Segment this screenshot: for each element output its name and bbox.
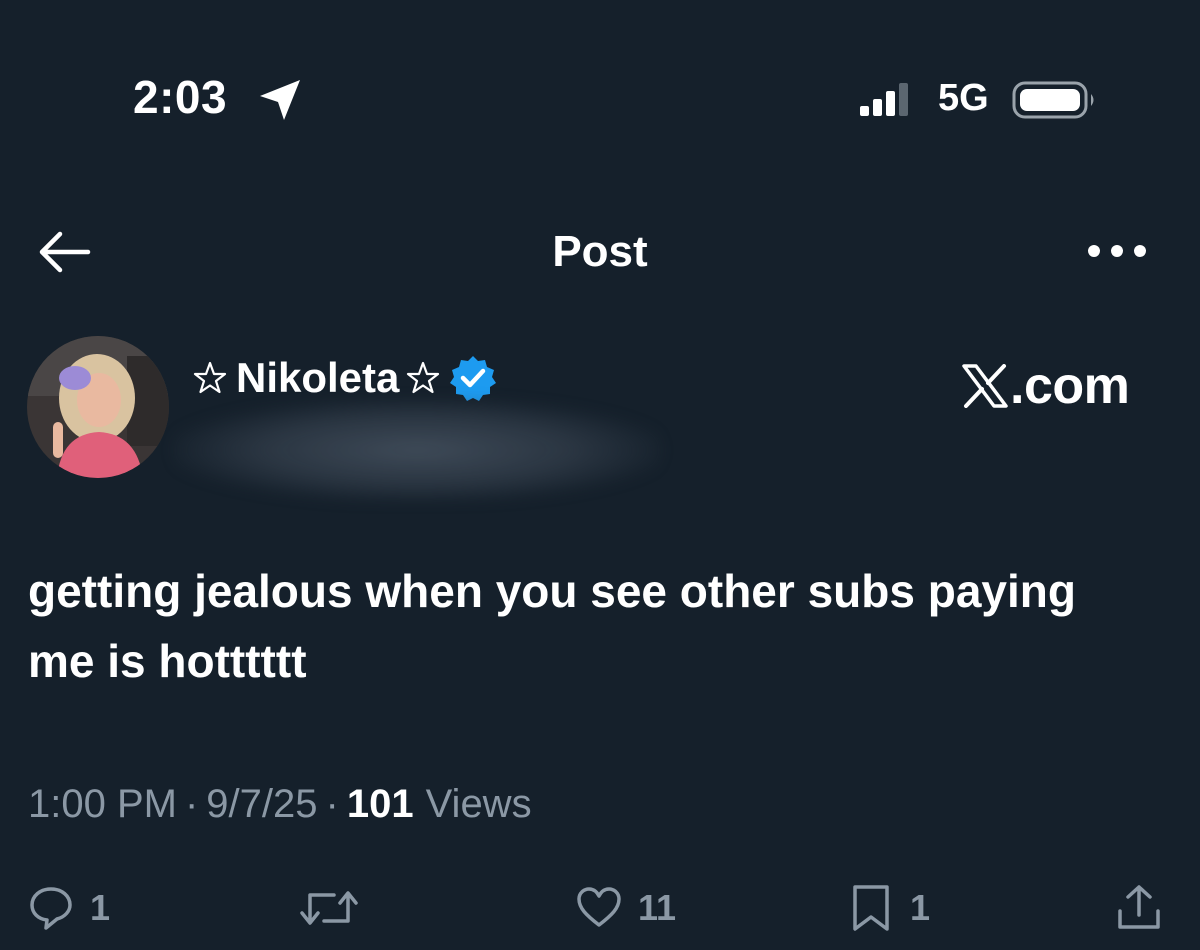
verified-badge-icon	[450, 356, 497, 401]
x-logo-icon	[962, 364, 1008, 408]
author-name-row[interactable]: Nikoleta	[192, 352, 497, 404]
location-arrow-icon	[260, 80, 300, 120]
share-icon	[1118, 885, 1160, 929]
post-time[interactable]: 1:00 PM	[28, 778, 177, 830]
repost-button[interactable]	[298, 876, 360, 940]
post-text: getting jealous when you see other subs …	[28, 565, 1076, 687]
page-title: Post	[552, 227, 648, 276]
avatar[interactable]	[27, 336, 169, 478]
like-button[interactable]: 11	[574, 876, 676, 940]
network-label: 5G	[938, 77, 989, 119]
blurred-handle	[172, 398, 662, 502]
reply-button[interactable]: 1	[26, 876, 110, 940]
meta-separator: ·	[184, 782, 199, 826]
views-count: 101	[346, 782, 414, 826]
post-meta: 1:00 PM · 9/7/25 · 101 Views	[28, 778, 532, 830]
repost-icon	[300, 891, 358, 925]
author-display-name: Nikoleta	[236, 354, 400, 401]
heart-icon	[577, 887, 621, 927]
avatar-photo	[27, 336, 169, 478]
watermark: .com	[962, 356, 1130, 416]
signal-bars-icon	[860, 83, 908, 116]
battery-icon	[1012, 81, 1094, 119]
reply-count: 1	[90, 887, 111, 928]
watermark-text: .com	[1010, 357, 1130, 415]
bookmark-icon	[853, 885, 889, 931]
views-label: Views	[425, 782, 532, 826]
bookmark-button[interactable]: 1	[846, 876, 930, 940]
status-time: 2:03	[133, 71, 228, 123]
star-outline-icon	[193, 361, 227, 394]
meta-separator: ·	[325, 782, 339, 826]
reply-bubble-icon	[30, 887, 72, 930]
bookmark-count: 1	[910, 887, 931, 928]
share-button[interactable]	[1114, 876, 1164, 940]
star-outline-icon	[407, 361, 440, 394]
post-date[interactable]: 9/7/25	[206, 778, 317, 830]
like-count: 11	[638, 887, 677, 928]
more-dots-icon[interactable]	[1086, 240, 1148, 262]
